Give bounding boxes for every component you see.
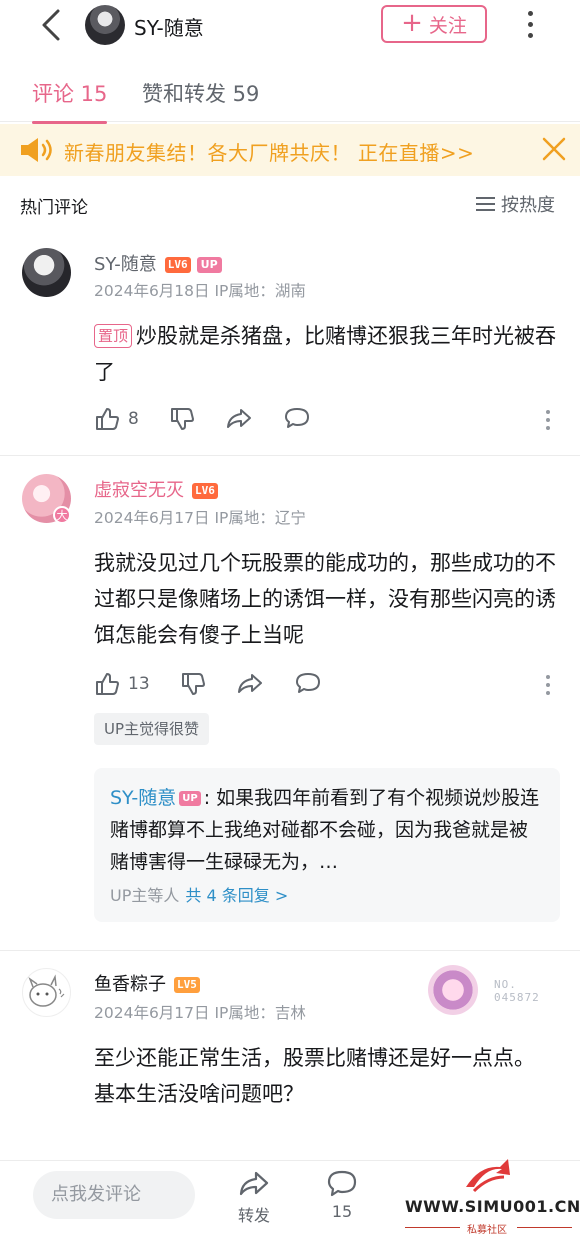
watermark-url: WWW.SIMU001.CN <box>405 1197 580 1216</box>
reply-button[interactable] <box>283 406 311 432</box>
commenter-avatar[interactable] <box>22 248 71 297</box>
view-replies-link[interactable]: 共 4 条回复 > <box>185 886 288 905</box>
watermark: WWW.SIMU001.CN 私募社区 <box>405 1159 580 1239</box>
share-icon <box>239 1171 269 1196</box>
tab-likes-shares-label: 赞和转发 59 <box>142 82 260 106</box>
level-badge: LV5 <box>174 977 200 993</box>
commenter-avatar[interactable] <box>22 968 71 1017</box>
comment-more-icon[interactable] <box>545 675 551 699</box>
thumbs-down-icon <box>181 673 205 695</box>
share-button[interactable] <box>225 406 253 432</box>
comment-meta: 2024年6月17日 IP属地：吉林 <box>94 1004 306 1022</box>
sort-lines-icon <box>476 197 495 211</box>
follow-button[interactable]: + 关注 <box>381 5 487 43</box>
like-button[interactable]: 13 <box>94 671 150 697</box>
comment-bubble-icon <box>295 673 320 693</box>
level-badge: LV6 <box>164 257 191 273</box>
comment-text: 至少还能正常生活，股票比赌博还是好一点点。 <box>94 1046 535 1070</box>
divider <box>0 455 580 456</box>
commenter-name-row: 鱼香粽子 LV5 <box>94 970 200 996</box>
close-icon[interactable] <box>541 136 567 162</box>
comment-count: 15 <box>331 1202 353 1221</box>
back-arrow-icon[interactable] <box>36 8 66 42</box>
reply-text-block: SY-随意 UP: 如果我四年前看到了有个视频说炒股连赌博都算不上我绝对碰都不会碰… <box>110 782 544 878</box>
follow-label: 关注 <box>428 14 467 37</box>
commenter-name[interactable]: SY-随意 <box>94 254 157 275</box>
sort-label: 按热度 <box>501 195 555 216</box>
section-title: 热门评论 <box>20 198 88 218</box>
like-count: 13 <box>128 674 150 694</box>
dislike-button[interactable] <box>180 671 206 697</box>
watermark-line <box>517 1227 572 1228</box>
comment-input[interactable]: 点我发评论 <box>33 1171 195 1219</box>
comment-actions: 8 <box>94 406 341 432</box>
reply-more-row: UP主等人共 4 条回复 > <box>110 882 544 906</box>
tab-comments[interactable]: 评论 15 <box>32 78 108 124</box>
up-badge: UP <box>179 791 201 806</box>
share-label: 转发 <box>237 1206 270 1225</box>
tab-bar: 评论 15 赞和转发 59 <box>0 62 580 124</box>
pinned-badge: 置顶 <box>94 324 133 348</box>
thumbs-up-icon <box>96 673 119 695</box>
plus-icon: + <box>401 8 423 38</box>
like-count: 8 <box>128 409 139 429</box>
comment-more-icon[interactable] <box>545 410 551 434</box>
cartoon-avatar-icon <box>28 974 65 1007</box>
thumbs-up-icon <box>96 408 119 430</box>
reply-author[interactable]: SY-随意 <box>110 787 176 809</box>
up-liked-tag: UP主觉得很赞 <box>94 713 210 745</box>
comment-bubble-icon <box>284 408 309 428</box>
comment-actions: 13 <box>94 671 352 697</box>
up-badge: UP <box>196 257 222 273</box>
bottom-bar: 点我发评论 转发 15 WWW.SIMU001.CN 私募社区 <box>0 1159 580 1239</box>
comment-text-line2: 基本生活没啥问题吧？ <box>94 1082 304 1106</box>
sort-button[interactable]: 按热度 <box>476 191 555 217</box>
commenter-name-row: 虚寂空无灭 LV6 <box>94 476 218 502</box>
more-options-icon[interactable] <box>524 8 536 42</box>
top-bar: SY-随意 + 关注 <box>0 0 580 52</box>
comment-text: 我就没见过几个玩股票的能成功的，那些成功的不过都只是像赌场上的诱饵一样，没有那些… <box>94 551 556 647</box>
bottom-comment-button[interactable]: 15 <box>317 1169 367 1221</box>
user-avatar[interactable] <box>85 5 125 45</box>
comment-text-block: 置顶 炒股就是杀猪盘，比赌博还狠我三年时光被吞了 <box>94 318 560 390</box>
reply-button[interactable] <box>294 671 322 697</box>
bottom-share-button[interactable]: 转发 <box>229 1169 279 1226</box>
comment-meta: 2024年6月18日 IP属地：湖南 <box>94 282 306 300</box>
commenter-name-row: SY-随意 LV6 UP <box>94 250 222 276</box>
share-icon <box>226 409 251 428</box>
header-username[interactable]: SY-随意 <box>134 12 204 41</box>
thumbs-down-icon <box>170 408 194 430</box>
comment-text-block: 至少还能正常生活，股票比赌博还是好一点点。 基本生活没啥问题吧？ <box>94 1040 560 1112</box>
reply-more-prefix: UP主等人 <box>110 886 180 905</box>
watermark-subtitle: 私募社区 <box>467 1225 507 1236</box>
like-button[interactable]: 8 <box>94 406 139 432</box>
reply-preview[interactable]: SY-随意 UP: 如果我四年前看到了有个视频说炒股连赌博都算不上我绝对碰都不会碰… <box>94 768 560 922</box>
tab-comments-label: 评论 15 <box>32 82 108 106</box>
fan-decoration-badge <box>428 965 478 1015</box>
comment-meta: 2024年6月17日 IP属地：辽宁 <box>94 509 306 527</box>
level-badge: LV6 <box>192 483 218 499</box>
commenter-name[interactable]: 虚寂空无灭 <box>94 480 184 501</box>
banner-text[interactable]: 新春朋友集结！各大厂牌共庆！ 正在直播>> <box>64 137 474 166</box>
comment-text: 炒股就是杀猪盘，比赌博还狠我三年时光被吞了 <box>94 324 557 384</box>
watermark-line <box>405 1227 460 1228</box>
vip-badge: 大 <box>53 506 71 524</box>
tab-likes-shares[interactable]: 赞和转发 59 <box>142 78 259 108</box>
speaker-icon <box>21 138 52 162</box>
commenter-name[interactable]: 鱼香粽子 <box>94 974 166 995</box>
divider <box>0 950 580 951</box>
watermark-logo-icon <box>466 1159 510 1193</box>
dislike-button[interactable] <box>169 406 195 432</box>
comment-bubble-icon <box>327 1170 357 1197</box>
share-icon <box>237 674 262 693</box>
decoration-number: NO. 045872 <box>494 978 540 1004</box>
share-button[interactable] <box>236 671 264 697</box>
live-banner[interactable]: 新春朋友集结！各大厂牌共庆！ 正在直播>> <box>0 124 580 176</box>
